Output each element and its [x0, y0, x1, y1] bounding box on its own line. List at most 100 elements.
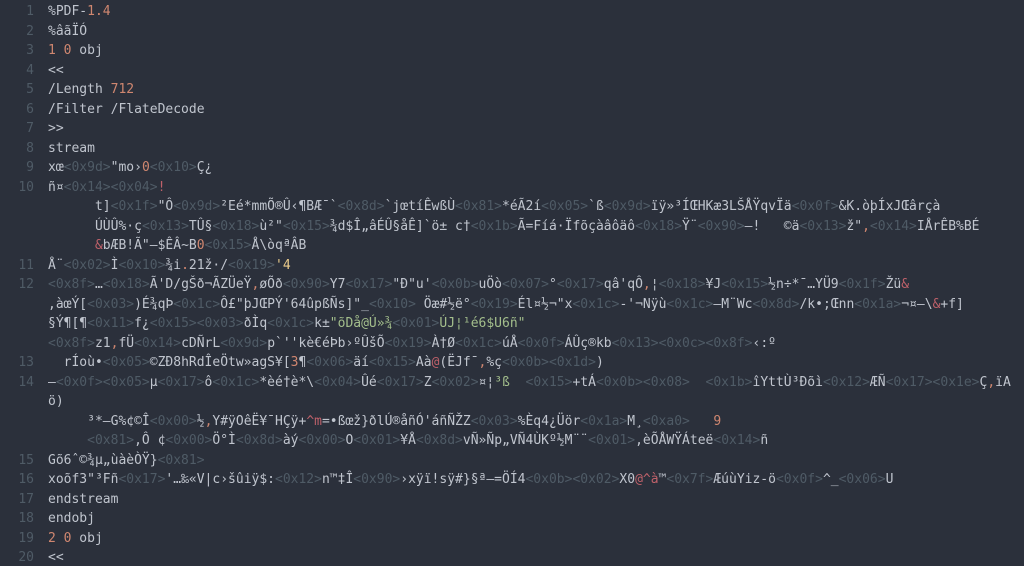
token: <0x8d> [416, 433, 463, 448]
code-content[interactable]: <0x8f>…<0x18>Ã'D/gŠð¬ÃZÜeŸ,øÕð<0x90>Y7<0… [48, 275, 1024, 295]
code-line-wrap[interactable]: t]<0x1f>"Ô<0x9d>²Eé*mmÕ®Û‹¶BÆ¯`<0x8d>`jœ… [0, 197, 1024, 217]
token: <0x1c> [572, 297, 619, 312]
code-content[interactable]: —<0x0f><0x05>µ<0x17>ô<0x1c>*èé†è*\<0x04>… [48, 373, 1024, 412]
code-line[interactable]: 5/Length 712 [0, 80, 1024, 100]
line-number: 8 [0, 139, 48, 159]
code-line[interactable]: 1%PDF-1.4 [0, 2, 1024, 22]
code-content[interactable]: 2 0 obj [48, 529, 1024, 549]
code-content[interactable]: << [48, 548, 1024, 566]
token: (ËJf¯ [439, 355, 478, 370]
code-line[interactable]: 9xœ<0x9d>"mo›0<0x10>Ç¿ [0, 158, 1024, 178]
token: Ö°Ì [212, 433, 235, 448]
line-number: 18 [0, 509, 48, 529]
code-line[interactable]: 17endstream [0, 490, 1024, 510]
code-line[interactable]: 8stream [0, 139, 1024, 159]
token: '…‰«V|c›šûiÿ$: [165, 472, 275, 487]
code-line[interactable]: 7>> [0, 119, 1024, 139]
code-content[interactable]: xœ<0x9d>"mo›0<0x10>Ç¿ [48, 158, 1024, 178]
line-number: 12 [0, 275, 48, 295]
token: /Filter /FlateDecode [48, 102, 205, 117]
token: <0x14> [134, 336, 181, 351]
code-line[interactable]: 11Å¨<0x02>Ì<0x10>¾i.21ž·/<0x19>'4 [0, 256, 1024, 276]
token: <0x0b> [432, 277, 479, 292]
token: <0x00> [165, 433, 212, 448]
token [690, 375, 706, 390]
code-content[interactable]: &bÆB!Ã"—$ÊÂ~B0<0x15>Å\òqªÂB [48, 236, 1024, 256]
code-content[interactable]: <0x8f>z1,fÜ<0x14>cDÑrL<0x9d>p`''kè€éÞb›º… [48, 334, 1024, 354]
code-line[interactable]: 14—<0x0f><0x05>µ<0x17>ô<0x1c>*èé†è*\<0x0… [0, 373, 1024, 412]
code-line[interactable]: 18endobj [0, 509, 1024, 529]
token: <0x1c> [267, 316, 314, 331]
token: t] [48, 199, 111, 214]
code-line[interactable]: 2%âãÏÓ [0, 22, 1024, 42]
code-line[interactable]: 6/Filter /FlateDecode [0, 100, 1024, 120]
token: <0x9d> [604, 199, 651, 214]
token: , [862, 219, 870, 234]
token: M¸ [627, 414, 643, 429]
code-line-wrap[interactable]: <0x81>,Ô ¢<0x00>Ö°Ì<0x8d>àý<0x00>O<0x01>… [0, 431, 1024, 451]
token: <0x0f><0x05> [56, 375, 150, 390]
token: … [95, 277, 103, 292]
code-line[interactable]: 192 0 obj [0, 529, 1024, 549]
token: µ [150, 375, 158, 390]
token: <0x18> [635, 219, 682, 234]
code-content[interactable]: endobj [48, 509, 1024, 529]
token: <0x1c> [212, 375, 259, 390]
token: ù²" [259, 219, 282, 234]
code-content[interactable]: >> [48, 119, 1024, 139]
token: <0x15> [369, 355, 416, 370]
token: ÆÑ [870, 375, 886, 390]
code-content[interactable]: rÍoù•<0x05>©ZÐ8hRdÎeÖtw»agS¥[3¶<0x06>äí<… [48, 353, 1024, 373]
code-line[interactable]: 16xoõf3"³Fñ<0x17>'…‰«V|c›šûiÿ$:<0x12>n™‡… [0, 470, 1024, 490]
code-content[interactable]: << [48, 61, 1024, 81]
token: <0x07> [502, 277, 549, 292]
code-line-wrap[interactable]: ³*—G%¢©Î<0x00>½,Y#ÿOêË¥¯HÇÿ+^m=•ßœž}ðlÚ®… [0, 412, 1024, 432]
code-line[interactable]: 4<< [0, 61, 1024, 81]
code-content[interactable]: stream [48, 139, 1024, 159]
token: <0x11> [87, 316, 134, 331]
code-content[interactable]: <0x81>,Ô ¢<0x00>Ö°Ì<0x8d>àý<0x00>O<0x01>… [48, 431, 1024, 451]
token: f¿ [134, 316, 150, 331]
code-editor[interactable]: 1%PDF-1.42%âãÏÓ31 0 obj4<<5/Length 7126/… [0, 0, 1024, 566]
token: <0x17> [345, 277, 392, 292]
code-line-wrap[interactable]: <0x8f>z1,fÜ<0x14>cDÑrL<0x9d>p`''kè€éÞb›º… [0, 334, 1024, 354]
code-content[interactable]: 1 0 obj [48, 41, 1024, 61]
code-content[interactable]: xoõf3"³Fñ<0x17>'…‰«V|c›šûiÿ$:<0x12>n™‡Î<… [48, 470, 1024, 490]
code-content[interactable]: §Ý¶[¶<0x11>f¿<0x15><0x03>ðÌq<0x1c>k±"õDå… [48, 314, 1024, 334]
code-content[interactable]: %âãÏÓ [48, 22, 1024, 42]
token: obj [71, 43, 102, 58]
code-content[interactable]: ³*—G%¢©Î<0x00>½,Y#ÿOêË¥¯HÇÿ+^m=•ßœž}ðlÚ®… [48, 412, 1024, 432]
token: /Length [48, 82, 111, 97]
code-content[interactable]: /Filter /FlateDecode [48, 100, 1024, 120]
code-line-wrap[interactable]: &bÆB!Ã"—$ÊÂ~B0<0x15>Å\òqªÂB [0, 236, 1024, 256]
token: <0x19> [228, 258, 275, 273]
code-line-wrap[interactable]: ,àœÝ[<0x03>)É¾qÞ<0x1c>Ô£"þJŒPÝ'64ûpßÑs]"… [0, 295, 1024, 315]
code-line-wrap[interactable]: §Ý¶[¶<0x11>f¿<0x15><0x03>ðÌq<0x1c>k±"õDå… [0, 314, 1024, 334]
code-content[interactable]: %PDF-1.4 [48, 2, 1024, 22]
token: ¤¦ [479, 375, 495, 390]
token: `jœtíÊwßÙ [385, 199, 455, 214]
code-content[interactable]: endstream [48, 490, 1024, 510]
token: <0x14> [713, 433, 760, 448]
token: xoõf3"³Fñ [48, 472, 118, 487]
code-line[interactable]: 15Gõ6ˆ©¾µ„ùàèÒŸ}<0x81> [0, 451, 1024, 471]
token: <0x01> [588, 433, 635, 448]
code-line-wrap[interactable]: ÚÙÛ%·ç<0x13>TÛ§<0x18>ù²"<0x15>¾d$Î„âÉÛ§å… [0, 217, 1024, 237]
code-line[interactable]: 31 0 obj [0, 41, 1024, 61]
token: <0x1f> [111, 199, 158, 214]
token: <0x90> [353, 472, 400, 487]
code-line[interactable]: 10ñ¤<0x14><0x04>! [0, 178, 1024, 198]
code-content[interactable]: ,àœÝ[<0x03>)É¾qÞ<0x1c>Ô£"þJŒPÝ'64ûpßÑs]"… [48, 295, 1024, 315]
code-line[interactable]: 13 rÍoù•<0x05>©ZÐ8hRdÎeÖtw»agS¥[3¶<0x06>… [0, 353, 1024, 373]
token: ðÌq [244, 316, 267, 331]
code-content[interactable]: /Length 712 [48, 80, 1024, 100]
token: Ô£"þJŒPÝ'64ûpßÑs]"_ [220, 297, 369, 312]
code-content[interactable]: ÚÙÛ%·ç<0x13>TÛ§<0x18>ù²"<0x15>¾d$Î„âÉÛ§å… [48, 217, 1024, 237]
code-content[interactable]: Å¨<0x02>Ì<0x10>¾i.21ž·/<0x19>'4 [48, 256, 1024, 276]
code-line[interactable]: 12<0x8f>…<0x18>Ã'D/gŠð¬ÃZÜeŸ,øÕð<0x90>Y7… [0, 275, 1024, 295]
code-content[interactable]: Gõ6ˆ©¾µ„ùàèÒŸ}<0x81> [48, 451, 1024, 471]
code-line[interactable]: 20<< [0, 548, 1024, 566]
token: ÚJ¦¹é6$U6ñ" [439, 316, 525, 331]
code-content[interactable]: t]<0x1f>"Ô<0x9d>²Eé*mmÕ®Û‹¶BÆ¯`<0x8d>`jœ… [48, 197, 1024, 217]
code-content[interactable]: ñ¤<0x14><0x04>! [48, 178, 1024, 198]
